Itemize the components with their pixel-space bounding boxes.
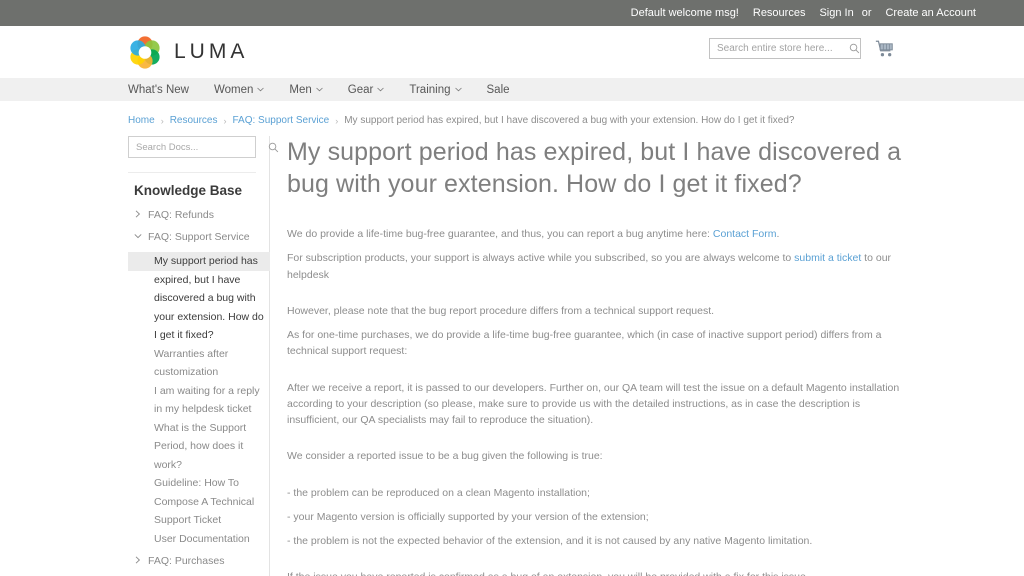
site-header: LUMA [0,26,1024,78]
logo-text: LUMA [174,40,249,63]
submit-ticket-link[interactable]: submit a ticket [794,252,861,264]
sidebar-group-label: FAQ: Refunds [148,209,214,221]
sidebar-item-active[interactable]: My support period has expired, but I hav… [128,252,270,345]
store-search[interactable] [709,38,861,59]
main-navigation: What's New Women Men Gear Training Sale [0,78,1024,101]
sidebar-group-label: FAQ: Support Service [148,231,250,244]
paragraph-text-before: We do provide a life-time bug-free guara… [287,228,713,240]
sidebar-group-faq-support-service[interactable]: FAQ: Support Service [134,230,269,244]
header-right [709,38,894,59]
sidebar-item-user-documentation[interactable]: User Documentation [154,530,269,549]
sidebar-subitems: My support period has expired, but I hav… [128,252,270,549]
resources-link[interactable]: Resources [753,7,806,19]
sign-in-link[interactable]: Sign In [819,7,853,19]
chevron-right-icon [135,556,141,564]
paragraph-text-before: For subscription products, your support … [287,252,795,265]
docs-search-input[interactable] [136,141,268,153]
article-paragraph-3: However, please note that the bug report… [287,304,715,317]
nav-label: Sale [486,83,510,96]
breadcrumb-current: My support period has expired, but I hav… [344,115,795,126]
breadcrumb-separator: › [160,115,164,126]
sidebar-group-label: FAQ: Purchases [148,555,225,568]
chevron-down-icon [454,87,462,92]
breadcrumb-separator: › [223,115,227,126]
search-icon[interactable] [849,43,860,54]
article-paragraph-5: After we receive a report, it is passed … [287,381,900,427]
nav-training[interactable]: Training [409,83,462,96]
nav-women[interactable]: Women [214,83,265,96]
breadcrumb-resources[interactable]: Resources [170,115,218,126]
welcome-message: Default welcome msg! [630,7,739,19]
page-title: My support period has expired, but I hav… [287,138,902,198]
knowledge-base-title: Knowledge Base [134,183,243,198]
sidebar-item-label-first-line: My support period has [128,252,270,271]
paragraph-text-after: . [776,228,780,240]
breadcrumb-faq-support-service[interactable]: FAQ: Support Service [233,115,330,126]
shopping-cart-icon[interactable] [875,40,894,58]
nav-label: Gear [347,83,374,96]
nav-men[interactable]: Men [289,83,323,96]
search-input[interactable] [717,43,849,54]
sidebar-group-faq-refunds[interactable]: FAQ: Refunds [134,208,269,222]
docs-search[interactable] [128,136,279,158]
article-paragraph-6: We consider a reported issue to be a bug… [287,450,603,463]
contact-form-link[interactable]: Contact Form [713,228,777,240]
sidebar-item-waiting-reply[interactable]: I am waiting for a reply in my helpdesk … [154,382,269,419]
nav-whats-new[interactable]: What's New [128,84,189,96]
nav-label: Women [214,83,254,96]
article-paragraph-1: We do provide a life-time bug-free guara… [287,226,906,242]
sidebar-item-warranties[interactable]: Warranties after customization [154,345,269,382]
sidebar-item-support-period[interactable]: What is the Support Period, how does it … [154,419,269,475]
nav-label: Men [289,83,312,96]
breadcrumb-separator: › [335,115,339,126]
logo[interactable]: LUMA [128,35,248,69]
sidebar-item-label-rest: expired, but I have discovered a bug wit… [154,273,264,342]
luma-logo-icon [130,36,160,69]
nav-label: What's New [128,83,189,96]
article-list-item-1: - the problem can be reproduced on a cle… [287,486,590,499]
main-article: My support period has expired, but I hav… [270,136,1024,576]
chevron-down-icon [377,87,385,92]
page-content: Knowledge Base FAQ: Refunds FAQ: Support… [0,136,1024,576]
article-list-item-3: - the problem is not the expected behavi… [287,535,813,548]
nav-gear[interactable]: Gear [348,84,385,96]
chevron-down-icon [257,87,265,92]
nav-sale[interactable]: Sale [487,84,510,96]
top-panel: Default welcome msg! Resources Sign In o… [0,0,1024,26]
sidebar-divider [128,172,256,173]
article-paragraph-4: As for one-time purchases, we do provide… [287,329,882,358]
article-paragraph-2: For subscription products, your support … [287,250,906,283]
or-text: or [861,7,872,19]
breadcrumb-home[interactable]: Home [128,115,155,126]
breadcrumb: Home › Resources › FAQ: Support Service … [0,101,1024,126]
sidebar: Knowledge Base FAQ: Refunds FAQ: Support… [128,136,279,576]
article-list-item-2: - your Magento version is officially sup… [287,510,649,523]
chevron-down-icon [316,87,323,92]
create-account-link[interactable]: Create an Account [885,7,976,19]
sidebar-item-guideline[interactable]: Guideline: How To Compose A Technical Su… [154,474,269,530]
chevron-down-icon [134,234,142,239]
chevron-right-icon [135,210,141,218]
sidebar-group-faq-purchases[interactable]: FAQ: Purchases [134,554,269,568]
nav-label: Training [409,83,451,96]
article-paragraph-7: If the issue you have reported is confir… [287,569,906,576]
